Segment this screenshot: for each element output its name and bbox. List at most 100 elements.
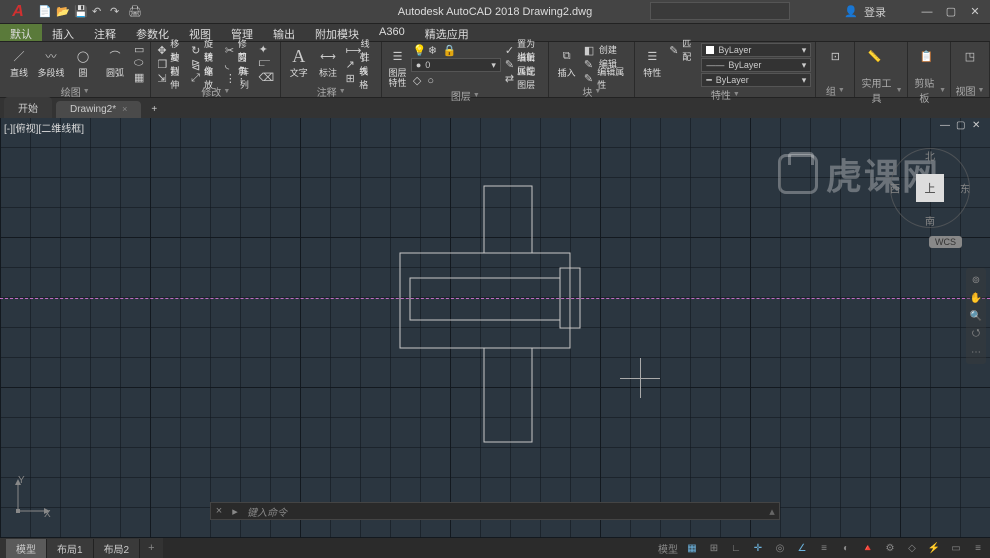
add-layout-button[interactable]: + [140,540,162,556]
close-tab-icon[interactable]: × [122,104,127,114]
table-button[interactable]: ⊞表格 [344,71,378,84]
viewcube-north[interactable]: 北 [925,148,935,163]
clean-screen-icon[interactable]: ▭ [948,540,964,556]
tab-output[interactable]: 输出 [263,24,305,41]
close-icon[interactable]: ✕ [966,5,984,19]
start-tab[interactable]: 开始 [4,97,52,118]
properties-button[interactable]: ☰特性 [639,43,665,87]
tab-a360[interactable]: A360 [369,24,415,41]
color-dropdown[interactable]: ByLayer▾ [701,43,811,57]
panel-annotation: A文字 ⟷标注 ⟼线性 ↗引线 ⊞表格 注释▼ [281,42,382,97]
open-icon[interactable]: 📂 [56,5,70,19]
tab-featured[interactable]: 精选应用 [415,24,479,41]
hatch-icon[interactable]: ▦ [132,71,146,84]
command-line[interactable]: × ▸ 键入命令 ▴ [210,502,780,520]
layout1-tab[interactable]: 布局1 [47,539,94,558]
tab-insert[interactable]: 插入 [42,24,84,41]
user-icon[interactable]: 👤 [844,5,858,18]
layout2-tab[interactable]: 布局2 [94,539,141,558]
minimize-icon[interactable]: — [918,5,936,19]
viewcube-south[interactable]: 南 [925,213,935,228]
wcs-badge[interactable]: WCS [929,236,962,248]
lineweight-toggle-icon[interactable]: ≡ [816,540,832,556]
snap-toggle-icon[interactable]: ⊞ [706,540,722,556]
hardware-accel-icon[interactable]: ⚡ [926,540,942,556]
stretch-button[interactable]: ⇲拉伸 [155,71,187,84]
print-icon[interactable]: 🖨 [128,5,142,19]
ortho-toggle-icon[interactable]: ∟ [728,540,744,556]
ribbon: ／直线 〰多段线 ◯圆 ⌒圆弧 ▭ ⬭ ▦ 绘图▼ ✥移动 ❐复制 ⇲拉伸 ↻旋… [0,42,990,98]
nav-wheel-icon[interactable]: ⊚ [968,272,984,288]
ucs-icon[interactable]: Y X [12,477,52,520]
redo-icon[interactable]: ↷ [110,5,124,19]
polyline-button[interactable]: 〰多段线 [36,43,66,84]
orbit-icon[interactable]: ⭯ [968,326,984,342]
grid-toggle-icon[interactable]: ▦ [684,540,700,556]
annotation-scale-icon[interactable]: 🔺 [860,540,876,556]
status-bar: 模型 ▦ ⊞ ∟ ✛ ◎ ∠ ≡ ◐ 🔺 ⚙ ◇ ⚡ ▭ ≡ [658,538,986,558]
match-properties-button[interactable]: ✎匹配 [667,43,699,56]
line-button[interactable]: ／直线 [4,43,34,84]
showhide-icon[interactable]: ⋯ [968,344,984,360]
viewcube-top-face[interactable]: 上 [916,174,944,202]
layer-dropdown[interactable]: ●0▾ [411,58,501,72]
match-layer-button[interactable]: ⇄匹配图层 [503,71,545,84]
create-block-button[interactable]: ◧创建 [582,43,630,56]
rect-icon[interactable]: ▭ [132,43,146,56]
edit-block-attr-button[interactable]: ✎编辑属性 [582,71,630,84]
new-tab-button[interactable]: + [145,101,163,118]
isolate-icon[interactable]: ◇ [904,540,920,556]
lineweight-dropdown[interactable]: ━ByLayer▾ [701,73,811,87]
cmd-close-icon[interactable]: × [211,505,227,517]
tab-annotate[interactable]: 注释 [84,24,126,41]
panel-block: ⧉插入 ◧创建 ✎编辑 ✎编辑属性 块▼ [549,42,635,97]
status-model-label[interactable]: 模型 [658,540,678,556]
zoom-extents-icon[interactable]: 🔍 [968,308,984,324]
explode-icon[interactable]: ✦ [257,43,277,56]
linetype-dropdown[interactable]: ——ByLayer▾ [701,58,811,72]
base-view-button[interactable]: ◳ [955,43,985,83]
scale-button[interactable]: ⤢缩放 [189,71,221,84]
panel-view-label: 视图 [956,83,976,98]
panel-group-label: 组 [826,83,836,98]
dimension-button[interactable]: ⟷标注 [314,43,341,84]
app-logo[interactable]: A [4,2,32,22]
command-input[interactable]: 键入命令 [243,504,765,519]
tab-default[interactable]: 默认 [0,24,42,41]
arc-button[interactable]: ⌒圆弧 [100,43,130,84]
save-icon[interactable]: 💾 [74,5,88,19]
maximize-icon[interactable]: ▢ [942,5,960,19]
otrack-toggle-icon[interactable]: ∠ [794,540,810,556]
drawing-tab[interactable]: Drawing2*× [56,101,141,118]
drawing-canvas[interactable]: [-][俯视][二维线框] — ▢ ✕ 虎课网 [0,118,990,538]
undo-icon[interactable]: ↶ [92,5,106,19]
new-icon[interactable]: 📄 [38,5,52,19]
view-cube[interactable]: 上 北 南 东 西 [890,148,970,228]
cmd-history-icon[interactable]: ▴ [765,505,779,518]
offset-icon[interactable]: ⫍ [257,57,277,70]
erase-icon[interactable]: ⌫ [257,71,277,84]
osnap-toggle-icon[interactable]: ◎ [772,540,788,556]
model-tab[interactable]: 模型 [6,539,47,558]
workspace-icon[interactable]: ⚙ [882,540,898,556]
ellipse-icon[interactable]: ⬭ [132,57,146,70]
layer-iso-icon[interactable]: ◇ [411,74,423,87]
array-button[interactable]: ⋮⋮阵列 [223,71,255,84]
insert-block-button[interactable]: ⧉插入 [553,43,579,84]
viewcube-east[interactable]: 东 [960,181,970,196]
polar-toggle-icon[interactable]: ✛ [750,540,766,556]
transparency-toggle-icon[interactable]: ◐ [838,540,854,556]
layer-properties-button[interactable]: ☰图层特性 [386,43,409,88]
pan-icon[interactable]: ✋ [968,290,984,306]
layer-off-icon[interactable]: ○ [425,74,436,87]
help-search-input[interactable] [650,2,790,20]
layer-state-icon[interactable]: 💡 [413,44,425,56]
login-label[interactable]: 登录 [864,4,886,20]
tab-addins[interactable]: 附加模块 [305,24,369,41]
viewcube-west[interactable]: 西 [890,181,900,196]
customize-status-icon[interactable]: ≡ [970,540,986,556]
text-button[interactable]: A文字 [285,43,312,84]
panel-utilities: 📏 实用工具▼ [855,42,907,97]
circle-button[interactable]: ◯圆 [68,43,98,84]
group-button[interactable]: ⊡ [820,43,850,83]
